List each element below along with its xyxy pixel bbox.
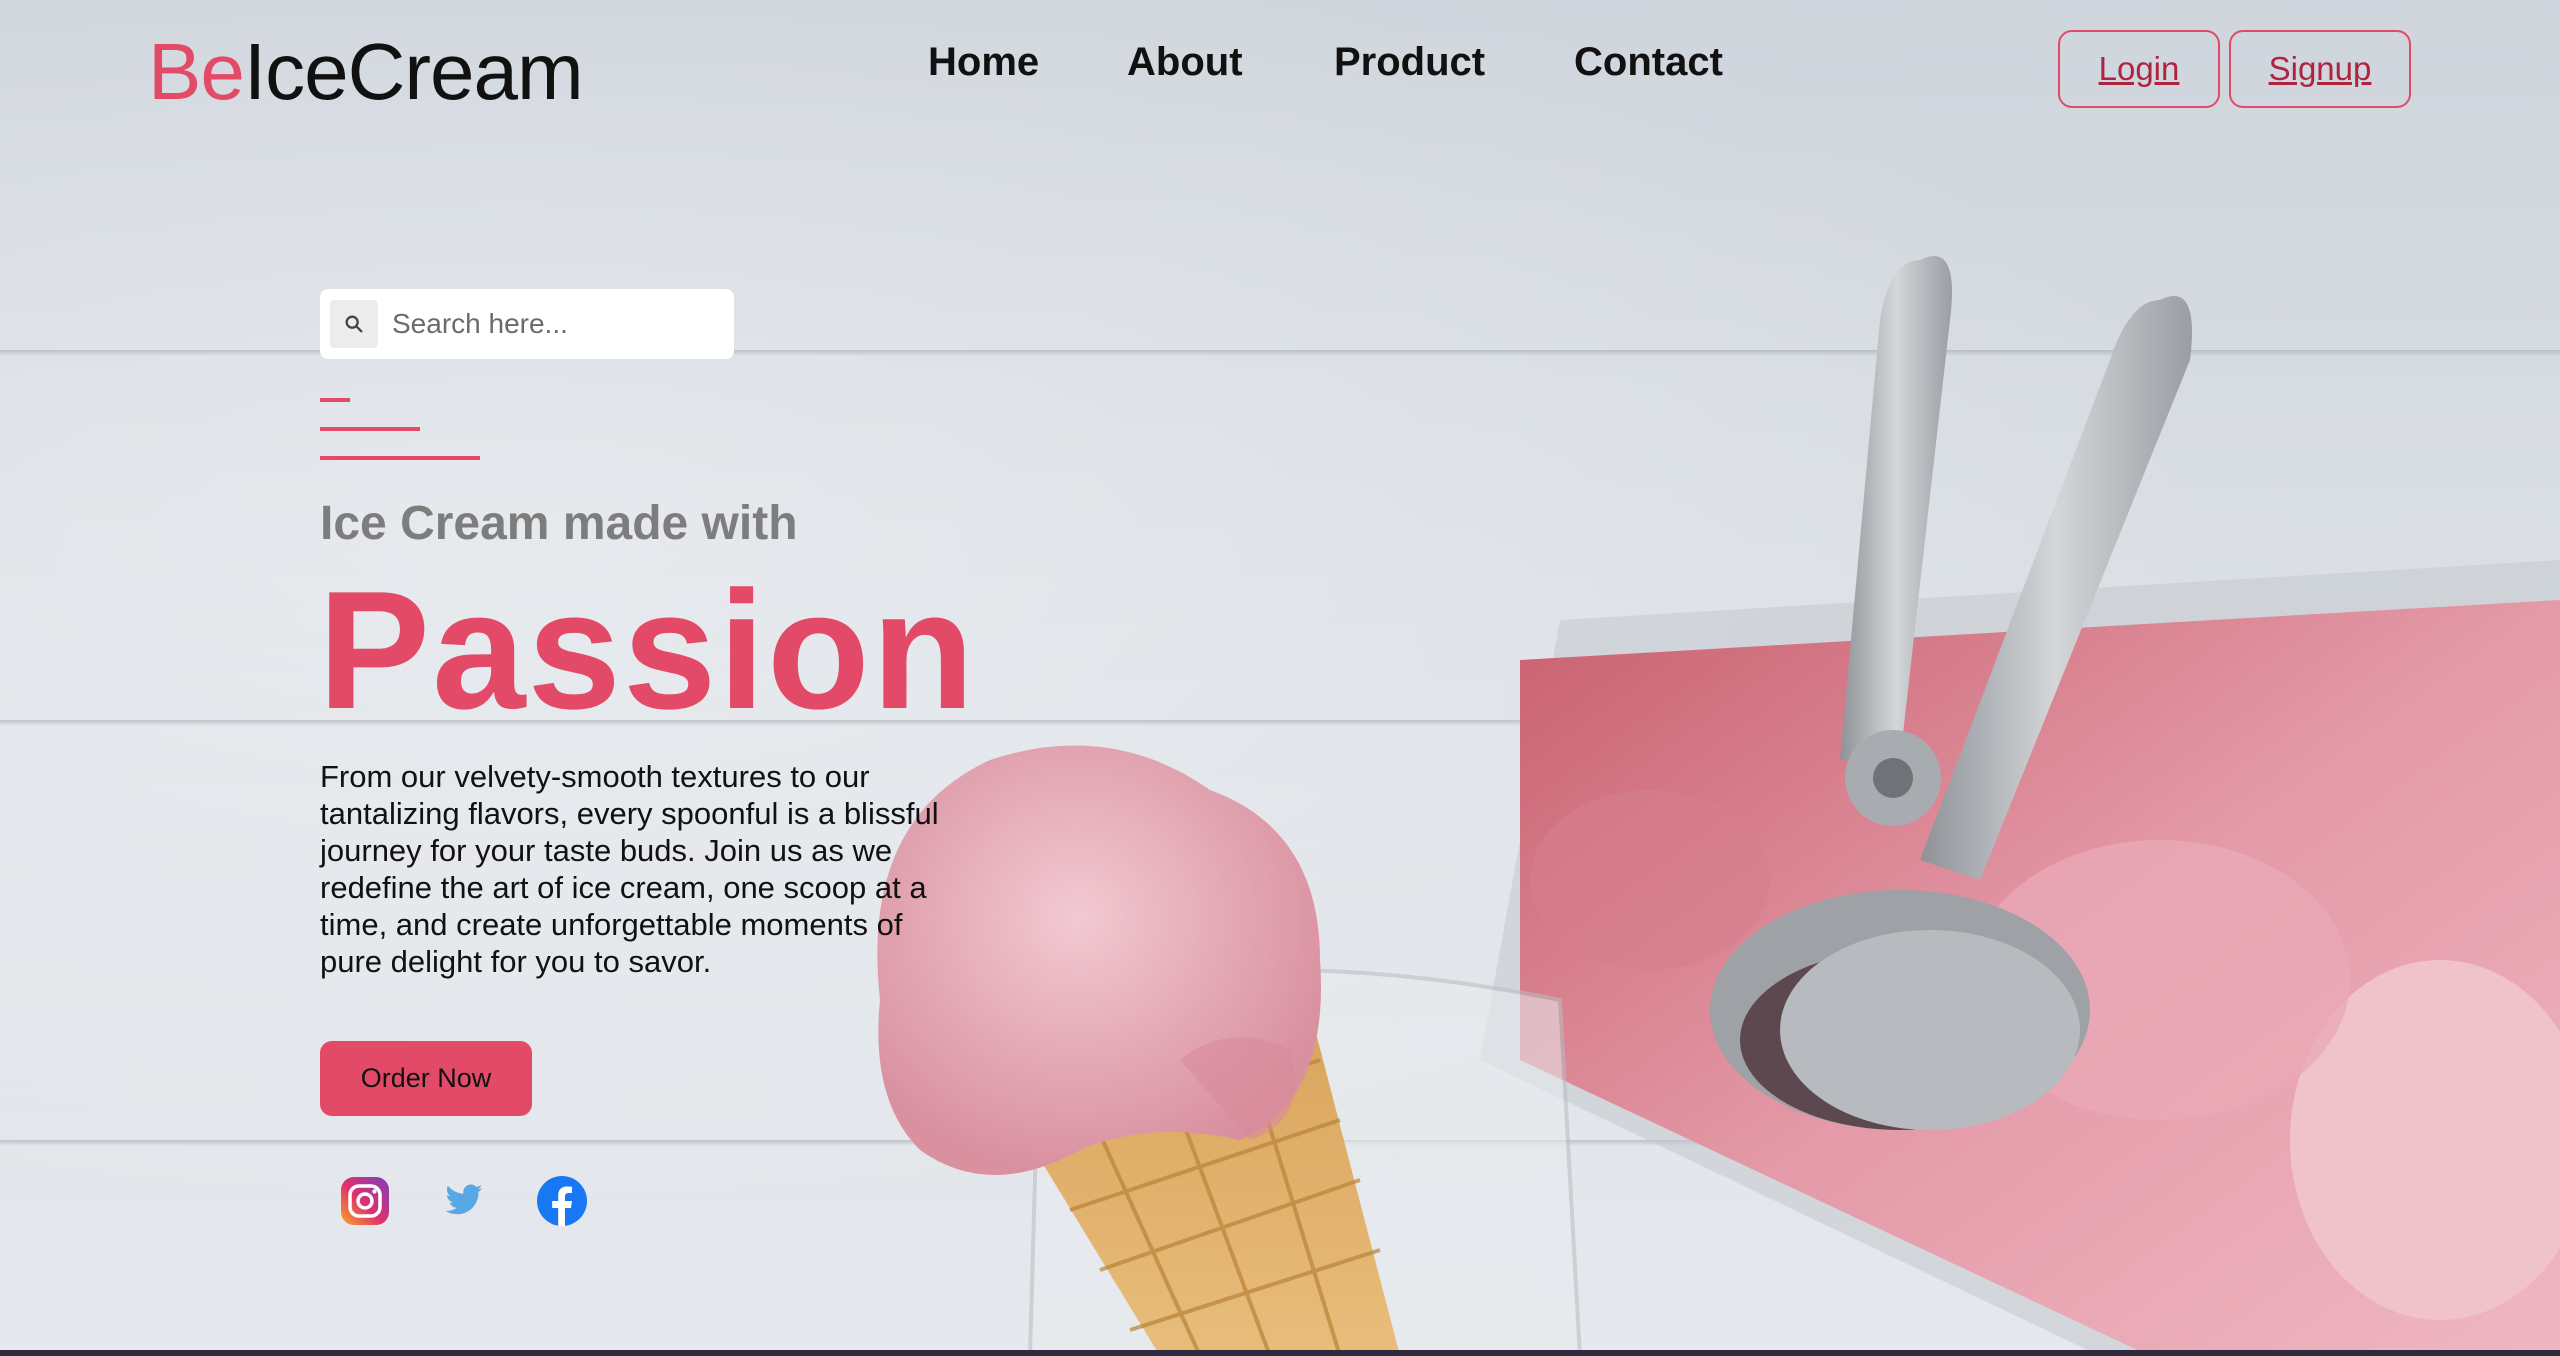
order-now-button[interactable]: Order Now [320, 1041, 532, 1116]
search-icon[interactable] [330, 300, 378, 348]
brand-prefix: Be [148, 27, 245, 116]
hero-description: From our velvety-smooth textures to our … [320, 759, 939, 979]
nav-contact[interactable]: Contact [1574, 40, 1723, 85]
brand-logo[interactable]: BeIceCream [148, 22, 584, 122]
hero-background: BeIceCream Home About Product Contact Lo… [0, 0, 2560, 1356]
twitter-icon[interactable] [437, 1174, 491, 1228]
login-button[interactable]: Login [2058, 30, 2220, 108]
search-input[interactable] [390, 307, 714, 341]
signup-button[interactable]: Signup [2229, 30, 2411, 108]
bottom-edge [0, 1350, 2560, 1356]
nav-about[interactable]: About [1127, 40, 1243, 85]
facebook-icon[interactable] [535, 1174, 589, 1228]
hero-subtitle: Ice Cream made with [320, 497, 798, 550]
decorative-line [320, 456, 480, 460]
hero-headline: Passion [318, 556, 977, 744]
nav-home[interactable]: Home [928, 40, 1039, 85]
brand-name: IceCream [243, 27, 584, 116]
decorative-line [320, 398, 350, 402]
instagram-icon[interactable] [338, 1174, 392, 1228]
nav-product[interactable]: Product [1334, 40, 1485, 85]
decorative-line [320, 427, 420, 431]
search-box [320, 289, 734, 359]
